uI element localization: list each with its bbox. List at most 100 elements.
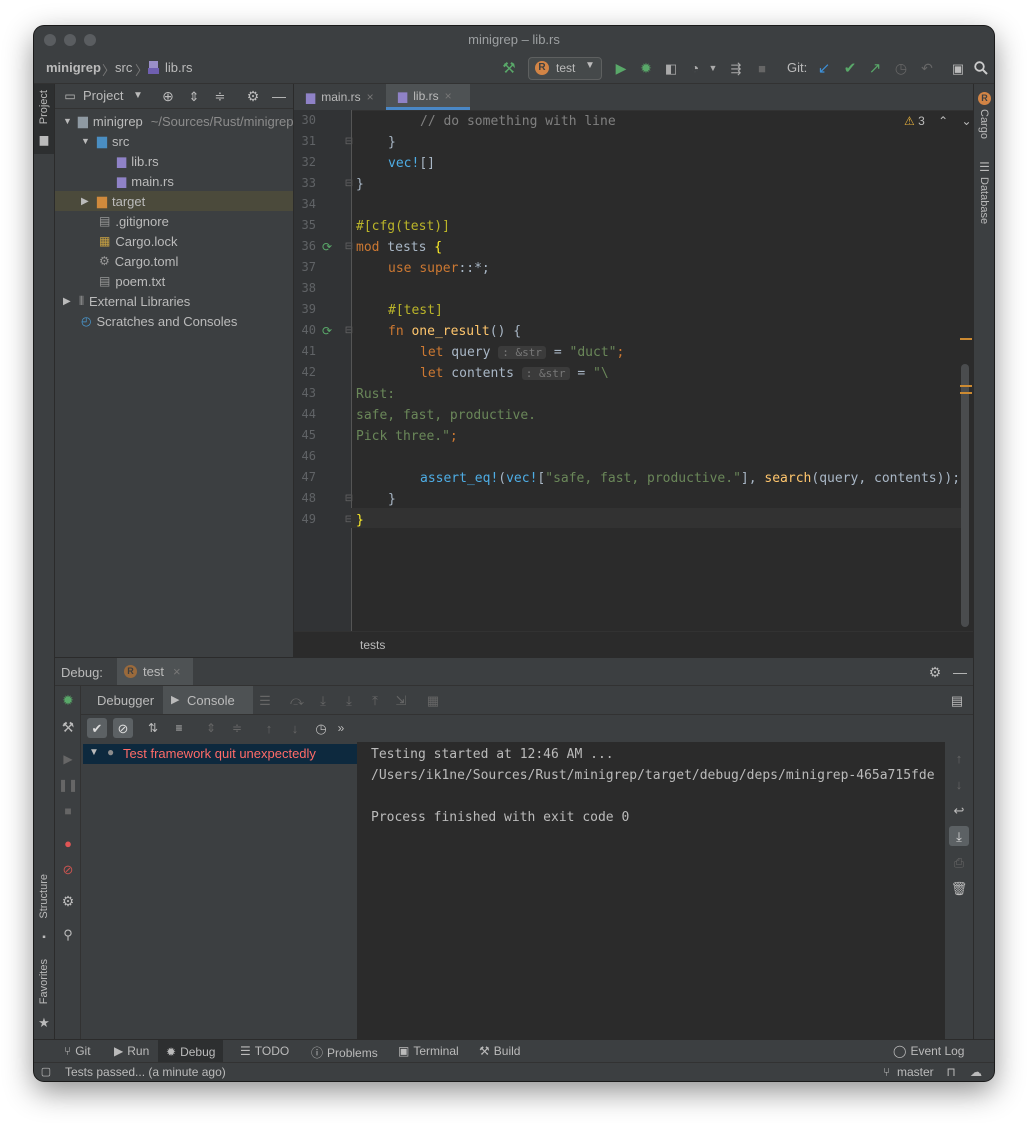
git-push-icon[interactable]: ↗ bbox=[867, 60, 883, 76]
close-icon[interactable]: × bbox=[445, 89, 452, 103]
print-icon[interactable]: ⎙ bbox=[951, 854, 967, 870]
editor-scrollbar[interactable] bbox=[961, 364, 969, 627]
layout-icon[interactable]: ▤ bbox=[949, 692, 965, 708]
favorites-tool-button[interactable]: Favorites ★ bbox=[34, 959, 54, 1039]
arrow-down-icon[interactable]: ↓ bbox=[287, 720, 303, 736]
toggle-tool-windows-icon[interactable]: ▢ bbox=[40, 1066, 52, 1078]
event-log-tool-button[interactable]: ◯ Event Log bbox=[893, 1044, 964, 1058]
menu-icon[interactable]: ☰ bbox=[257, 692, 273, 708]
cloud-sync-icon[interactable]: ☁ bbox=[968, 1065, 984, 1079]
mute-breakpoints-icon[interactable]: ⊘ bbox=[60, 861, 76, 877]
tree-item-lib-rs[interactable]: ▆ lib.rs bbox=[55, 151, 293, 171]
warning-stripe[interactable] bbox=[960, 385, 972, 387]
breadcrumb-project[interactable]: minigrep bbox=[46, 60, 101, 75]
collapse-all-icon[interactable]: ≑ bbox=[229, 720, 245, 736]
git-history-icon[interactable]: ◷ bbox=[893, 60, 909, 76]
gear-icon[interactable]: ⚙ bbox=[927, 664, 943, 680]
show-passed-icon[interactable]: ✔ bbox=[87, 718, 107, 738]
profiler-icon[interactable]: ◔ bbox=[687, 60, 703, 76]
locate-target-icon[interactable]: ⊕ bbox=[161, 89, 175, 103]
expand-all-icon[interactable]: ⇕ bbox=[187, 89, 201, 103]
pause-icon[interactable]: ❚❚ bbox=[58, 777, 78, 793]
stop-icon[interactable]: ■ bbox=[754, 60, 770, 76]
run-icon[interactable]: ▶ bbox=[613, 60, 629, 76]
step-into-icon[interactable]: ⤓ bbox=[315, 692, 331, 708]
attach-debugger-icon[interactable]: ⇶ bbox=[728, 60, 744, 76]
show-ignored-icon[interactable]: ⊘ bbox=[113, 718, 133, 738]
warning-stripe[interactable] bbox=[960, 338, 972, 340]
collapse-all-icon[interactable]: ≑ bbox=[213, 89, 227, 103]
debug-bug-icon[interactable]: ✹ bbox=[60, 692, 76, 708]
tree-item-src[interactable]: ▼ ▆ src bbox=[55, 131, 293, 151]
chevron-down-icon[interactable]: ▼ bbox=[133, 90, 143, 101]
debug-session-tab[interactable]: R test × bbox=[117, 658, 193, 685]
arrow-up-icon[interactable]: ↑ bbox=[261, 720, 277, 736]
test-history-icon[interactable]: ◷ bbox=[313, 720, 329, 736]
tab-debugger[interactable]: Debugger bbox=[81, 686, 161, 714]
trash-icon[interactable]: 🗑 bbox=[951, 880, 968, 896]
build-tool-button[interactable]: ⚒ Build bbox=[479, 1044, 520, 1058]
sort-duration-icon[interactable]: ≡ bbox=[171, 720, 187, 736]
step-over-icon[interactable]: ⤼ bbox=[289, 692, 305, 708]
more-icon[interactable]: » bbox=[335, 720, 347, 736]
cargo-tool-button[interactable]: R Cargo bbox=[974, 90, 994, 150]
status-message[interactable]: Tests passed... (a minute ago) bbox=[65, 1065, 226, 1079]
breakpoints-icon[interactable]: ● bbox=[60, 835, 76, 851]
warning-stripe[interactable] bbox=[960, 392, 972, 394]
debug-bug-icon[interactable]: ✹ bbox=[638, 60, 654, 76]
console-output[interactable]: Testing started at 12:46 AM ... /Users/i… bbox=[358, 742, 945, 1040]
editor-breadcrumb[interactable]: tests bbox=[360, 638, 385, 652]
settings-icon[interactable]: ⚙ bbox=[60, 893, 76, 909]
run-to-cursor-icon[interactable]: ⇲ bbox=[393, 692, 409, 708]
problems-tool-button[interactable]: ⓘ Problems bbox=[311, 1044, 378, 1061]
tree-item-cargo-toml[interactable]: ⚙ Cargo.toml bbox=[55, 251, 293, 271]
debug-tool-button[interactable]: ✹ Debug bbox=[158, 1040, 224, 1063]
expand-all-icon[interactable]: ⇕ bbox=[203, 720, 219, 736]
tree-item-poem-txt[interactable]: ▤ poem.txt bbox=[55, 271, 293, 291]
code-area[interactable]: // do something with line } vec![] } #[c… bbox=[294, 110, 973, 631]
tree-item-gitignore[interactable]: ▤ .gitignore bbox=[55, 211, 293, 231]
pin-icon[interactable]: ⚲ bbox=[60, 926, 76, 942]
run-tool-button[interactable]: ▶ Run bbox=[114, 1044, 149, 1058]
project-tool-button[interactable]: Project ▆ bbox=[34, 84, 54, 154]
test-tree-item[interactable]: ▼ ● Test framework quit unexpectedly bbox=[83, 744, 357, 764]
evaluate-icon[interactable]: ▦ bbox=[425, 692, 441, 708]
project-panel-title[interactable]: Project bbox=[83, 88, 123, 103]
terminal-tool-button[interactable]: ▣ Terminal bbox=[398, 1044, 459, 1058]
breadcrumb-src[interactable]: src bbox=[115, 60, 132, 75]
git-commit-icon[interactable]: ✔ bbox=[842, 60, 858, 76]
resume-icon[interactable]: ▶ bbox=[60, 751, 76, 767]
run-config-selector[interactable]: R test ▼ bbox=[528, 57, 602, 80]
tree-item-target[interactable]: ▶ ▆ target bbox=[55, 191, 293, 211]
layout-icon[interactable]: ▣ bbox=[950, 60, 966, 76]
hide-panel-icon[interactable]: — bbox=[272, 89, 286, 103]
build-hammer-icon[interactable]: ⚒ bbox=[500, 59, 518, 77]
git-rollback-icon[interactable]: ↶ bbox=[919, 60, 935, 76]
step-out-icon[interactable]: ⤒ bbox=[367, 692, 383, 708]
arrow-down-icon[interactable]: ↓ bbox=[951, 776, 967, 792]
tree-item-minigrep[interactable]: ▼ ▆ minigrep ~/Sources/Rust/minigrep bbox=[55, 111, 293, 131]
git-branch-widget[interactable]: master bbox=[897, 1065, 934, 1079]
hide-panel-icon[interactable]: — bbox=[952, 664, 968, 680]
gear-icon[interactable]: ⚙ bbox=[246, 89, 260, 103]
soft-wrap-icon[interactable]: ↩ bbox=[951, 802, 967, 818]
wrench-icon[interactable]: ⚒ bbox=[60, 719, 76, 735]
git-update-icon[interactable]: ↙ bbox=[816, 60, 832, 76]
close-icon[interactable]: × bbox=[173, 664, 181, 679]
search-icon[interactable] bbox=[973, 60, 989, 76]
database-tool-button[interactable]: ☰ Database bbox=[974, 160, 994, 240]
breadcrumb-file[interactable]: lib.rs bbox=[165, 60, 192, 75]
tab-main-rs[interactable]: ▆ main.rs × bbox=[294, 84, 384, 110]
tree-item-cargo-lock[interactable]: ▦ Cargo.lock bbox=[55, 231, 293, 251]
chevron-down-icon[interactable]: ▼ bbox=[708, 60, 718, 76]
sort-alpha-icon[interactable]: ⇅ bbox=[145, 720, 161, 736]
force-step-into-icon[interactable]: ⤓ bbox=[341, 692, 357, 708]
scroll-to-end-icon[interactable]: ⤓ bbox=[949, 826, 969, 846]
close-icon[interactable]: × bbox=[367, 90, 374, 104]
git-tool-button[interactable]: ⑂ Git bbox=[64, 1044, 91, 1058]
stop-icon[interactable]: ■ bbox=[60, 803, 76, 819]
structure-tool-button[interactable]: Structure ▪ bbox=[34, 874, 54, 954]
tab-lib-rs[interactable]: ▆ lib.rs × bbox=[386, 84, 470, 110]
tree-item-external-libraries[interactable]: ▶ ⫴ External Libraries bbox=[55, 291, 293, 311]
tree-item-main-rs[interactable]: ▆ main.rs bbox=[55, 171, 293, 191]
